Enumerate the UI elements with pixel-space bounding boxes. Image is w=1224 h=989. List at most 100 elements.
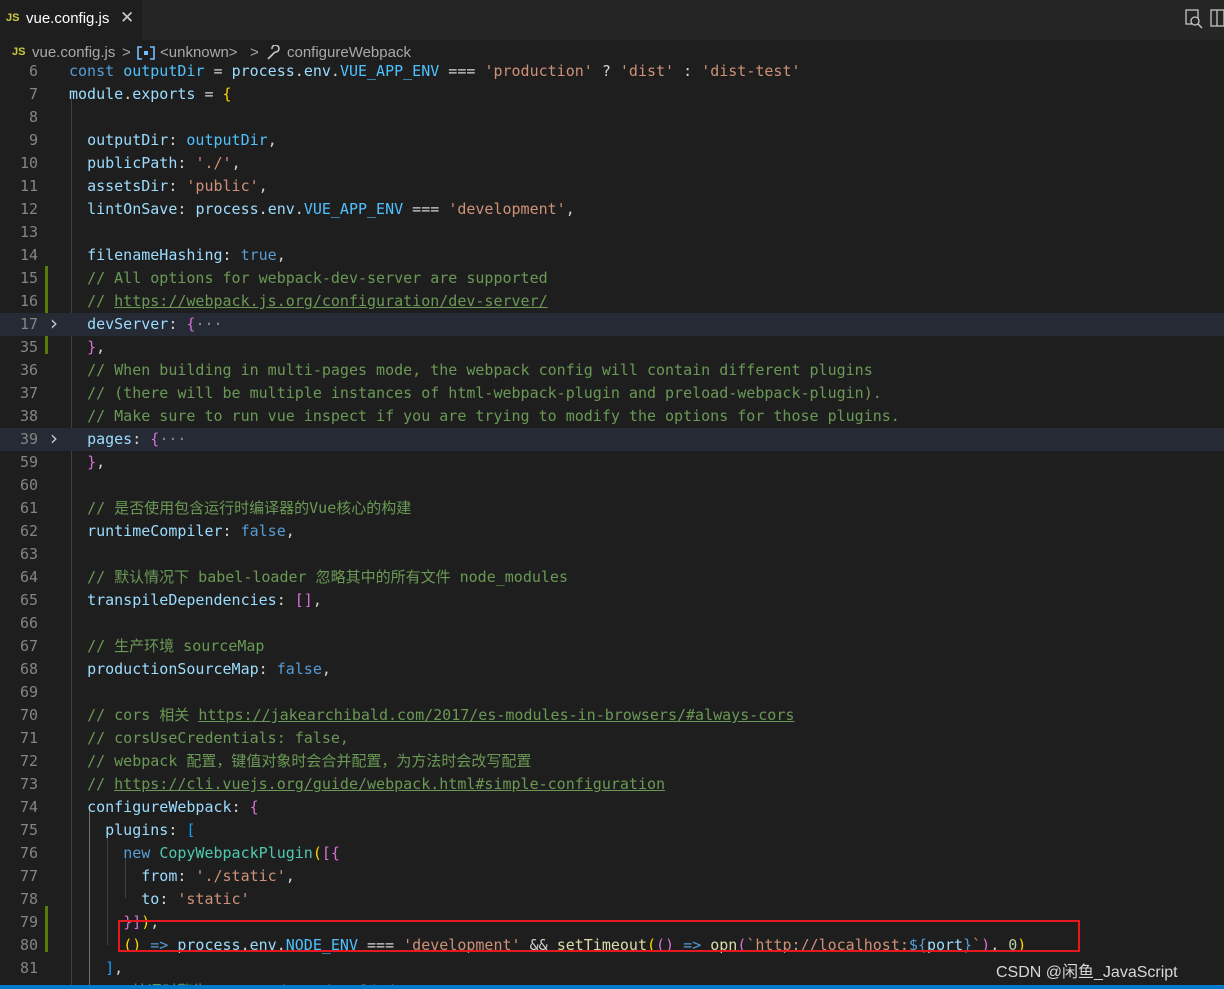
- code-token: productionSourceMap: [87, 660, 259, 678]
- fold-chevron-icon[interactable]: ›: [50, 428, 58, 449]
- code-editor[interactable]: 6 const outputDir = process.env.VUE_APP_E…: [0, 64, 1224, 985]
- line-number: 8: [28, 108, 38, 126]
- code-text: pages: {···: [69, 428, 186, 451]
- close-icon[interactable]: ✕: [120, 8, 134, 28]
- code-line[interactable]: 69: [0, 681, 1224, 704]
- code-line[interactable]: 64 // 默认情况下 babel-loader 忽略其中的所有文件 node_…: [0, 566, 1224, 589]
- code-line[interactable]: 13: [0, 221, 1224, 244]
- code-token: ,: [267, 131, 277, 149]
- code-token: [{: [321, 844, 340, 862]
- line-number: 7: [28, 85, 38, 103]
- code-line[interactable]: 39 › pages: {···: [0, 428, 1224, 451]
- fold-chevron-icon[interactable]: ›: [50, 313, 58, 334]
- code-token: 'development': [448, 200, 566, 218]
- breadcrumb-symbol[interactable]: configureWebpack: [287, 44, 411, 61]
- code-line[interactable]: 14 filenameHashing: true,: [0, 244, 1224, 267]
- code-token: VUE_APP_ENV: [303, 200, 404, 218]
- chevron-right-icon: >: [250, 44, 259, 61]
- code-token: ,: [285, 867, 295, 885]
- code-line[interactable]: 73 // https://cli.vuejs.org/guide/webpac…: [0, 773, 1224, 796]
- code-token: ,: [96, 453, 106, 471]
- code-line[interactable]: 62 runtimeCompiler: false,: [0, 520, 1224, 543]
- line-number: 68: [19, 660, 38, 678]
- code-token: .: [330, 64, 340, 80]
- code-line[interactable]: 7 module.exports = {: [0, 83, 1224, 106]
- line-number: 80: [19, 936, 38, 954]
- line-number: 76: [19, 844, 38, 862]
- line-number: 60: [19, 476, 38, 494]
- split-editor-icon[interactable]: [1210, 8, 1224, 30]
- code-token: false: [276, 660, 322, 678]
- line-number: 61: [19, 499, 38, 517]
- code-token: publicPath: [87, 154, 178, 172]
- breadcrumb-file[interactable]: vue.config.js: [32, 44, 115, 61]
- code-token: ,: [96, 338, 106, 356]
- code-token: outputDir: [87, 131, 169, 149]
- code-line[interactable]: 77 from: './static',: [0, 865, 1224, 888]
- code-line[interactable]: 59 },: [0, 451, 1224, 474]
- code-line[interactable]: 72 // webpack 配置，键值对象时会合并配置，为方法时会改写配置: [0, 750, 1224, 773]
- code-line[interactable]: 63: [0, 543, 1224, 566]
- code-line[interactable]: 75 plugins: [: [0, 819, 1224, 842]
- tab-vue-config[interactable]: JS vue.config.js ✕: [0, 0, 142, 40]
- code-text: // 生产环境 sourceMap: [69, 635, 264, 658]
- code-line[interactable]: 65 transpileDependencies: [],: [0, 589, 1224, 612]
- code-text: runtimeCompiler: false,: [69, 520, 295, 543]
- line-number: 74: [19, 798, 38, 816]
- code-token: VUE_APP_ENV: [339, 64, 440, 80]
- code-token: // 是否使用包含运行时编译器的Vue核心的构建: [87, 499, 412, 517]
- code-text: // webpack 配置，键值对象时会合并配置，为方法时会改写配置: [69, 750, 531, 773]
- code-line[interactable]: 11 assetsDir: 'public',: [0, 175, 1224, 198]
- code-line[interactable]: 38 // Make sure to run vue inspect if yo…: [0, 405, 1224, 428]
- code-token: :: [222, 522, 241, 540]
- code-line[interactable]: 76 new CopyWebpackPlugin([{: [0, 842, 1224, 865]
- code-token: filenameHashing: [87, 246, 223, 264]
- code-line[interactable]: 10 publicPath: './',: [0, 152, 1224, 175]
- code-line[interactable]: 36 // When building in multi-pages mode,…: [0, 359, 1224, 382]
- code-line[interactable]: 9 outputDir: outputDir,: [0, 129, 1224, 152]
- code-line[interactable]: 35 },: [0, 336, 1224, 359]
- code-token: 'production': [484, 64, 593, 80]
- code-text: assetsDir: 'public',: [69, 175, 268, 198]
- breadcrumb-module[interactable]: <unknown>: [160, 44, 238, 61]
- horizontal-scrollbar[interactable]: [0, 985, 1224, 989]
- code-line[interactable]: 71 // corsUseCredentials: false,: [0, 727, 1224, 750]
- code-text: // 是否使用包含运行时编译器的Vue核心的构建: [69, 497, 411, 520]
- code-line[interactable]: 74 configureWebpack: {: [0, 796, 1224, 819]
- code-line[interactable]: 16 // https://webpack.js.org/configurati…: [0, 290, 1224, 313]
- code-token: from: [141, 867, 178, 885]
- code-line[interactable]: 37 // (there will be multiple instances …: [0, 382, 1224, 405]
- code-line[interactable]: 15 // All options for webpack-dev-server…: [0, 267, 1224, 290]
- code-line[interactable]: 12 lintOnSave: process.env.VUE_APP_ENV =…: [0, 198, 1224, 221]
- code-line[interactable]: 60: [0, 474, 1224, 497]
- line-number: 35: [19, 338, 38, 356]
- code-text: // corsUseCredentials: false,: [69, 727, 349, 750]
- code-line[interactable]: 61 // 是否使用包含运行时编译器的Vue核心的构建: [0, 497, 1224, 520]
- tab-bar: JS vue.config.js ✕: [0, 0, 1224, 40]
- code-token: ]: [105, 959, 115, 977]
- line-number: 12: [19, 200, 38, 218]
- code-line[interactable]: 17 › devServer: {···: [0, 313, 1224, 336]
- line-number: 70: [19, 706, 38, 724]
- code-line[interactable]: 68 productionSourceMap: false,: [0, 658, 1224, 681]
- line-number: 16: [19, 292, 38, 310]
- code-line[interactable]: 66: [0, 612, 1224, 635]
- code-token: // corsUseCredentials: false,: [87, 729, 349, 747]
- code-line[interactable]: 67 // 生产环境 sourceMap: [0, 635, 1224, 658]
- line-number: 39: [19, 430, 38, 448]
- code-line[interactable]: 6 const outputDir = process.env.VUE_APP_E…: [0, 64, 1224, 83]
- code-line[interactable]: 70 // cors 相关 https://jakearchibald.com/…: [0, 704, 1224, 727]
- code-line[interactable]: 78 to: 'static': [0, 888, 1224, 911]
- code-line[interactable]: 8: [0, 106, 1224, 129]
- open-changes-icon[interactable]: [1184, 8, 1204, 30]
- code-token: ,: [321, 660, 331, 678]
- code-token: assetsDir: [87, 177, 169, 195]
